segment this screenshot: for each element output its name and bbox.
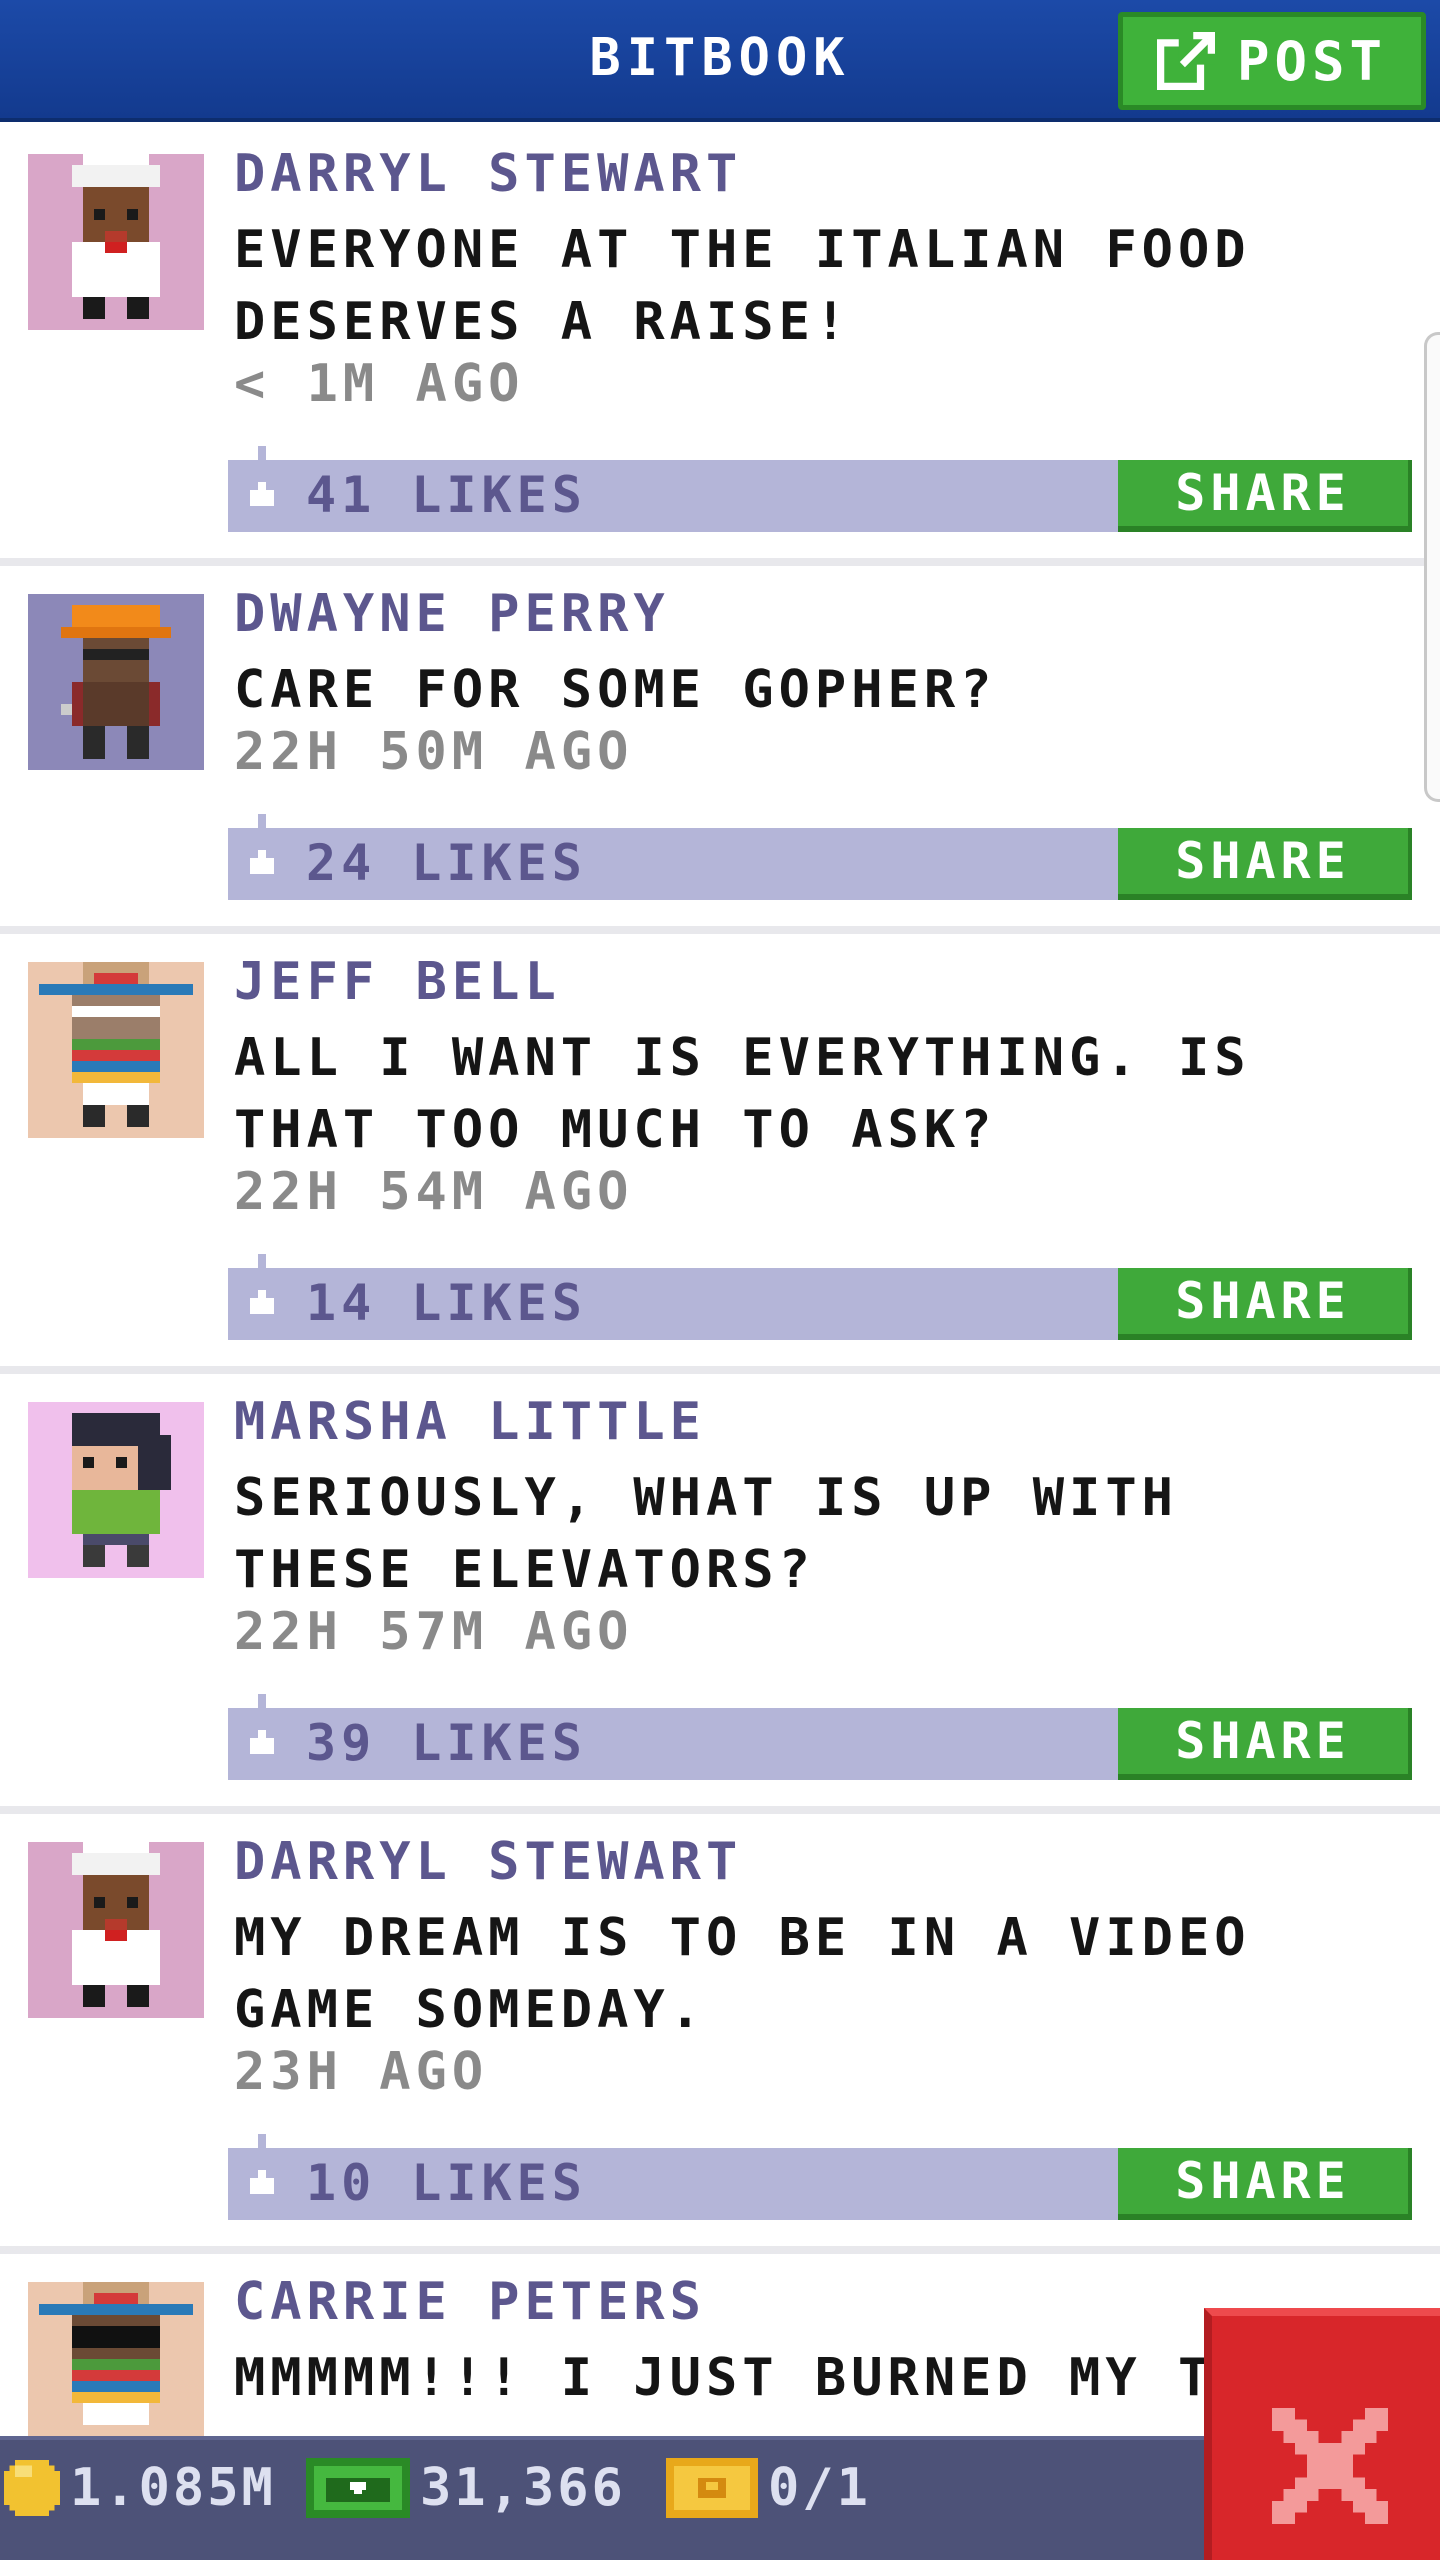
- sombrero-avatar-icon: [28, 962, 204, 1138]
- post-message: ALL I WANT IS EVERYTHING. IS THAT TOO MU…: [234, 1028, 1251, 1160]
- thumbs-up-icon: [250, 1694, 274, 1754]
- coins-value: 1.085M: [70, 2458, 276, 2518]
- post-timestamp: 22H 57M AGO: [234, 1602, 634, 1662]
- ticket-icon: [666, 2458, 758, 2518]
- app-header: BITBOOK POST: [0, 0, 1440, 122]
- post-button[interactable]: POST: [1118, 12, 1426, 110]
- post-timestamp: 22H 50M AGO: [234, 722, 634, 782]
- likes-count: 14 LIKES: [306, 1274, 587, 1332]
- coins-stat: 1.085M: [4, 2458, 276, 2518]
- likes-count: 10 LIKES: [306, 2154, 587, 2212]
- tickets-stat: 0/1: [666, 2458, 871, 2518]
- feed-post: DARRYL STEWART MY DREAM IS TO BE IN A VI…: [0, 1814, 1440, 2254]
- likes-count: 39 LIKES: [306, 1714, 587, 1772]
- feed-post: DARRYL STEWART EVERYONE AT THE ITALIAN F…: [0, 126, 1440, 566]
- thumbs-up-icon: [250, 814, 274, 874]
- bux-stat: 31,366: [306, 2458, 626, 2518]
- share-button[interactable]: SHARE: [1118, 828, 1412, 900]
- thumbs-up-icon: [250, 446, 274, 506]
- likes-count: 41 LIKES: [306, 466, 587, 524]
- post-message: SERIOUSLY, WHAT IS UP WITH THESE ELEVATO…: [234, 1468, 1178, 1600]
- close-button[interactable]: [1204, 2308, 1440, 2560]
- bitbux-icon: [306, 2458, 410, 2518]
- coin-icon: [4, 2460, 60, 2516]
- share-button[interactable]: SHARE: [1118, 2148, 1412, 2220]
- post-message: EVERYONE AT THE ITALIAN FOOD DESERVES A …: [234, 220, 1251, 352]
- divider: [0, 2246, 1440, 2254]
- post-author[interactable]: MARSHA LITTLE: [234, 1392, 706, 1452]
- likes-count: 24 LIKES: [306, 834, 587, 892]
- chef-avatar-icon: [28, 154, 204, 330]
- divider: [0, 1806, 1440, 1814]
- post-message: MMMMM!!! I JUST BURNED MY TO: [234, 2348, 1234, 2408]
- scroll-handle[interactable]: [1424, 332, 1440, 802]
- like-bar[interactable]: 39 LIKES SHARE: [228, 1694, 1412, 1780]
- post-message: CARE FOR SOME GOPHER?: [234, 660, 997, 720]
- feed-post: MARSHA LITTLE SERIOUSLY, WHAT IS UP WITH…: [0, 1374, 1440, 1814]
- post-author[interactable]: JEFF BELL: [234, 952, 561, 1012]
- hardhat-avatar-icon: [28, 594, 204, 770]
- share-button[interactable]: SHARE: [1118, 1708, 1412, 1780]
- like-bar[interactable]: 14 LIKES SHARE: [228, 1254, 1412, 1340]
- post-message: MY DREAM IS TO BE IN A VIDEO GAME SOMEDA…: [234, 1908, 1251, 2040]
- divider: [0, 926, 1440, 934]
- chef-avatar-icon: [28, 1842, 204, 2018]
- divider: [0, 558, 1440, 566]
- woman-avatar-icon: [28, 1402, 204, 1578]
- tickets-value: 0/1: [768, 2458, 871, 2518]
- post-timestamp: 22H 54M AGO: [234, 1162, 634, 1222]
- post-timestamp: 23H AGO: [234, 2042, 489, 2102]
- like-bar[interactable]: 10 LIKES SHARE: [228, 2134, 1412, 2220]
- compose-icon: [1157, 32, 1215, 90]
- post-button-label: POST: [1237, 29, 1388, 93]
- post-author[interactable]: DWAYNE PERRY: [234, 584, 670, 644]
- sombrero-sunglasses-avatar-icon: [28, 2282, 204, 2436]
- divider: [0, 1366, 1440, 1374]
- post-author[interactable]: DARRYL STEWART: [234, 144, 742, 204]
- like-bar[interactable]: 24 LIKES SHARE: [228, 814, 1412, 900]
- post-author[interactable]: DARRYL STEWART: [234, 1832, 742, 1892]
- like-bar[interactable]: 41 LIKES SHARE: [228, 446, 1412, 532]
- feed-list[interactable]: DARRYL STEWART EVERYONE AT THE ITALIAN F…: [0, 126, 1440, 2436]
- bux-value: 31,366: [420, 2458, 626, 2518]
- post-author[interactable]: CARRIE PETERS: [234, 2272, 706, 2332]
- thumbs-up-icon: [250, 1254, 274, 1314]
- feed-post: DWAYNE PERRY CARE FOR SOME GOPHER? 22H 5…: [0, 566, 1440, 934]
- post-timestamp: < 1M AGO: [234, 354, 525, 414]
- close-x-icon: [1272, 2408, 1388, 2524]
- feed-post: JEFF BELL ALL I WANT IS EVERYTHING. IS T…: [0, 934, 1440, 1374]
- thumbs-up-icon: [250, 2134, 274, 2194]
- share-button[interactable]: SHARE: [1118, 1268, 1412, 1340]
- share-button[interactable]: SHARE: [1118, 460, 1412, 532]
